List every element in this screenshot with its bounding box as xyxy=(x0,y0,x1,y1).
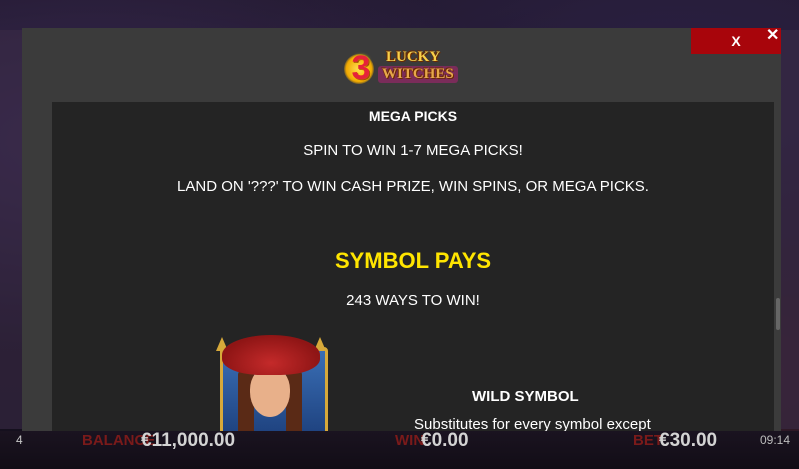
wild-symbol-title: WILD SYMBOL xyxy=(472,388,579,405)
background-left-edge xyxy=(0,30,22,429)
wild-symbol-description: Substitutes for every symbol except xyxy=(414,416,651,431)
mega-picks-line-1: SPIN TO WIN 1-7 MEGA PICKS! xyxy=(303,142,523,159)
witch-hat xyxy=(222,335,320,375)
paytable-content[interactable]: MEGA PICKS SPIN TO WIN 1-7 MEGA PICKS! L… xyxy=(52,102,774,431)
scrollbar-thumb[interactable] xyxy=(776,298,780,330)
logo-word-top: LUCKY xyxy=(386,49,441,65)
clock-time: 09:14 xyxy=(760,433,791,447)
witch-wild-symbol-icon xyxy=(216,329,328,431)
modal-header: 3 LUCKY WITCHES X ✕ xyxy=(22,25,781,102)
bet-value: €30.00 xyxy=(659,430,718,451)
logo-word-bottom: WITCHES xyxy=(378,66,458,83)
win-label: WIN xyxy=(395,432,425,449)
mega-picks-line-2: LAND ON '???' TO WIN CASH PRIZE, WIN SPI… xyxy=(177,178,649,195)
logo-number: 3 xyxy=(351,49,371,87)
win-value: €0.00 xyxy=(421,430,469,451)
symbol-pays-title: SYMBOL PAYS xyxy=(334,248,492,273)
ways-to-win-text: 243 WAYS TO WIN! xyxy=(346,292,480,309)
sound-icon[interactable]: 4 xyxy=(16,431,30,449)
scrollbar[interactable] xyxy=(774,102,781,431)
close-icon[interactable]: ✕ xyxy=(766,25,779,45)
paytable-modal: 3 LUCKY WITCHES X ✕ MEGA PICKS SPIN TO W… xyxy=(22,25,781,431)
balance-value: €11,000.00 xyxy=(141,430,236,451)
mega-picks-title: MEGA PICKS xyxy=(368,108,458,124)
bottom-status-bar: 4 BALANCE €11,000.00 WIN €0.00 BET €30.0… xyxy=(0,430,799,469)
game-logo: 3 LUCKY WITCHES xyxy=(342,48,462,88)
